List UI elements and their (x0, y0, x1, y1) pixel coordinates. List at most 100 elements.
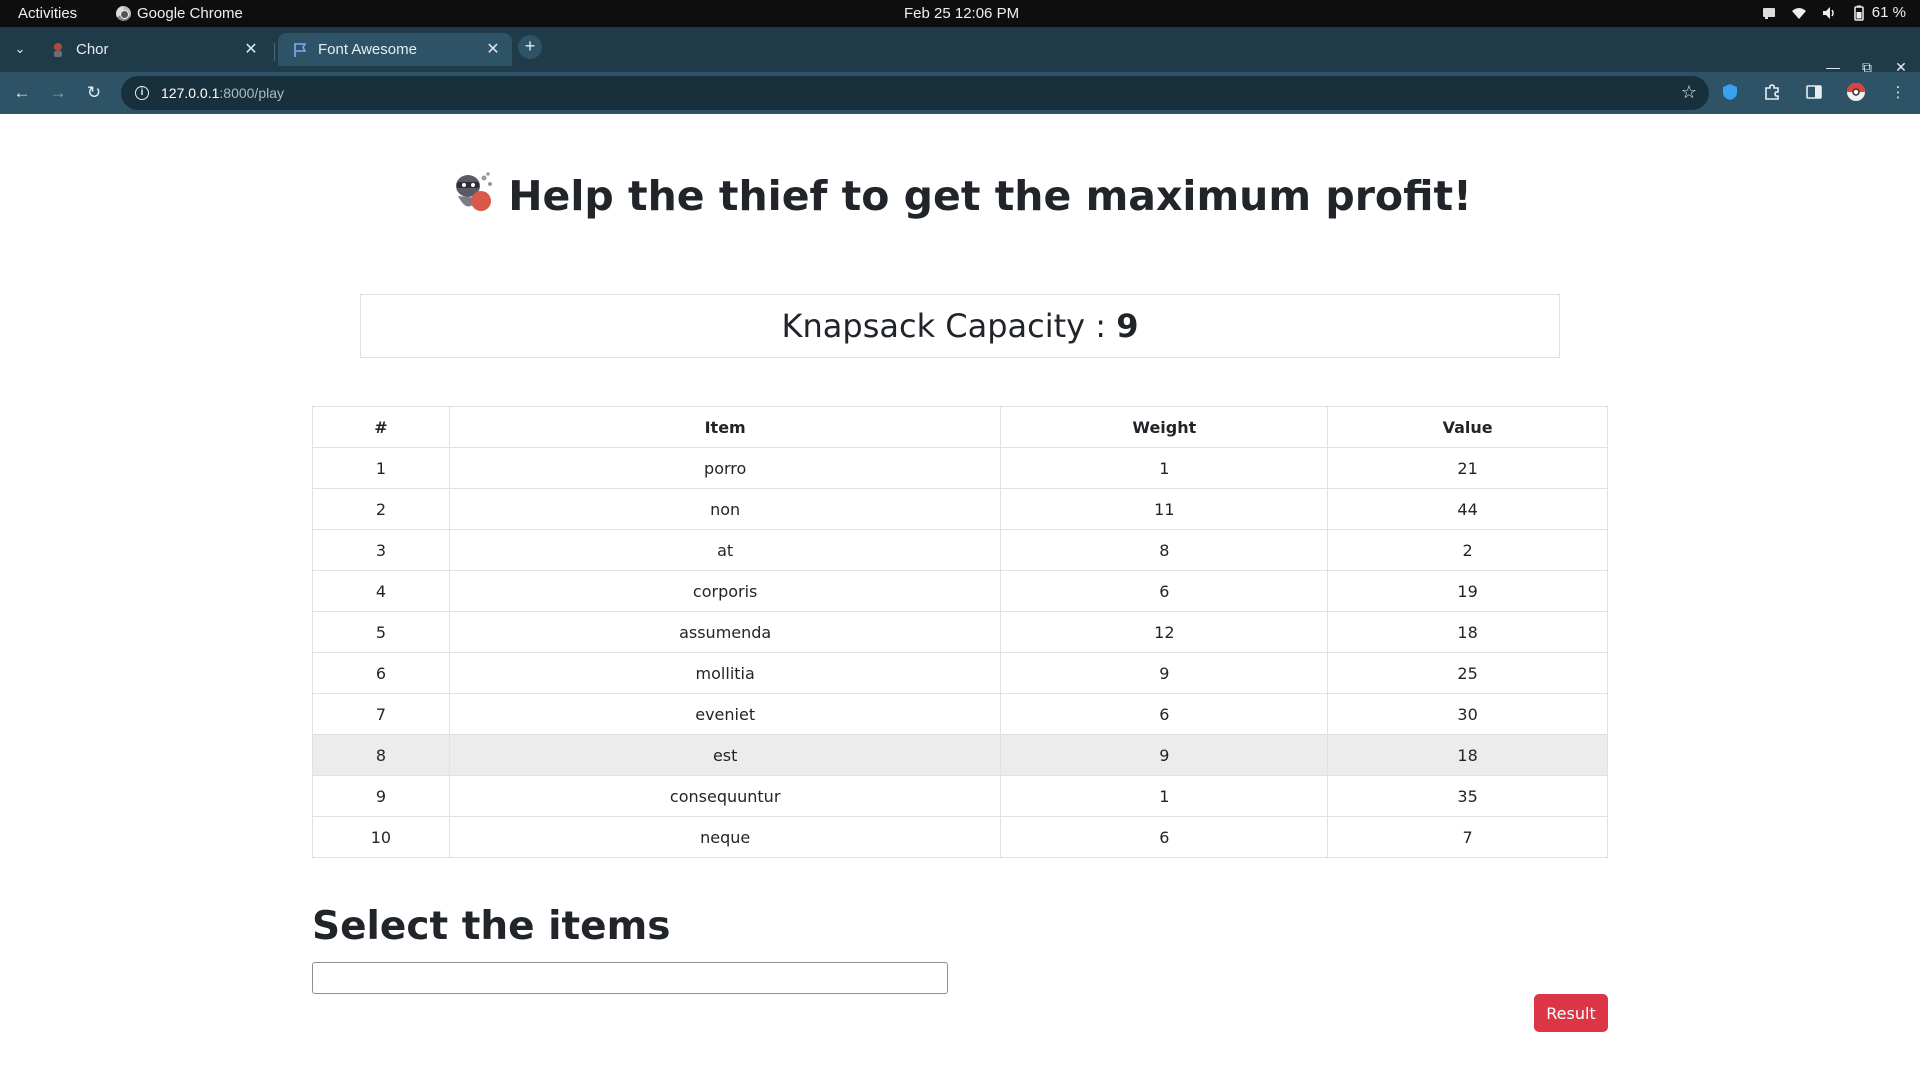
select-items-heading: Select the items (312, 904, 671, 949)
clock[interactable]: Feb 25 12:06 PM (904, 5, 1019, 22)
new-tab-button[interactable]: + (518, 35, 542, 59)
tab-chor[interactable]: Chor ✕ (36, 33, 270, 66)
cell-value: 2 (1327, 529, 1608, 571)
cell-index: 6 (312, 652, 450, 694)
cell-index: 3 (312, 529, 450, 571)
url-path: :8000/play (219, 85, 284, 101)
cell-weight: 6 (1000, 570, 1329, 612)
system-tray[interactable]: 61 % (1761, 4, 1906, 21)
tab-close-icon[interactable]: ✕ (484, 41, 502, 59)
cell-index: 9 (312, 775, 450, 817)
cell-item: assumenda (448, 611, 1002, 653)
cell-value: 21 (1327, 447, 1608, 489)
back-icon[interactable]: ← (9, 80, 35, 106)
table-header-row: # Item Weight Value (312, 406, 1608, 448)
site-info-icon[interactable]: i (135, 86, 149, 100)
header-item: Item (448, 406, 1002, 448)
thief-favicon-icon (50, 42, 66, 58)
table-row: 5 assumenda 12 18 (312, 611, 1608, 653)
cell-item: neque (448, 816, 1002, 858)
cell-value: 18 (1327, 734, 1608, 776)
flag-icon (292, 42, 308, 58)
bookmark-star-icon[interactable]: ☆ (1681, 82, 1697, 103)
tab-separator (274, 43, 275, 61)
app-name: Google Chrome (137, 5, 243, 22)
cell-weight: 11 (1000, 488, 1329, 530)
table-row: 7 eveniet 6 30 (312, 693, 1608, 735)
battery-icon (1851, 5, 1867, 21)
tab-title: Font Awesome (318, 41, 417, 58)
chrome-menu-icon[interactable]: ⋮ (1888, 82, 1908, 102)
tab-strip: ⌄ Chor ✕ Font Awesome ✕ — ⧉ ✕ (0, 27, 1920, 75)
select-items-input[interactable] (312, 962, 948, 994)
header-index: # (312, 406, 450, 448)
forward-icon[interactable]: → (45, 80, 71, 106)
tab-close-icon[interactable]: ✕ (242, 41, 260, 59)
page-title-text: Help the thief to get the maximum profit… (508, 172, 1472, 220)
app-menu[interactable]: Google Chrome (116, 5, 243, 22)
url-host: 127.0.0.1 (161, 85, 220, 101)
battery-indicator: 61 % (1851, 4, 1906, 21)
extensions-puzzle-icon[interactable] (1762, 82, 1782, 102)
capacity-label: Knapsack Capacity : (781, 307, 1117, 345)
table-row: 10 neque 6 7 (312, 816, 1608, 858)
notification-icon (1761, 5, 1777, 21)
volume-icon (1821, 5, 1837, 21)
cell-value: 44 (1327, 488, 1608, 530)
cell-index: 8 (312, 734, 450, 776)
browser-toolbar: ← → ↻ i 127.0.0.1:8000/play ☆ ⋮ (0, 72, 1920, 114)
tab-search-chevron-icon[interactable]: ⌄ (10, 39, 30, 59)
cell-weight: 6 (1000, 693, 1329, 735)
result-button[interactable]: Result (1534, 994, 1608, 1032)
cell-item: at (448, 529, 1002, 571)
address-bar[interactable]: i 127.0.0.1:8000/play ☆ (121, 76, 1709, 110)
profile-avatar-icon[interactable] (1846, 82, 1866, 102)
extension-shield-icon[interactable] (1720, 82, 1740, 102)
cell-weight: 6 (1000, 816, 1329, 858)
cell-value: 7 (1327, 816, 1608, 858)
cell-item: non (448, 488, 1002, 530)
cell-item: corporis (448, 570, 1002, 612)
cell-value: 25 (1327, 652, 1608, 694)
knapsack-capacity-box: Knapsack Capacity : 9 (360, 294, 1560, 358)
cell-index: 1 (312, 447, 450, 489)
cell-index: 4 (312, 570, 450, 612)
activities-button[interactable]: Activities (18, 5, 77, 22)
cell-weight: 8 (1000, 529, 1329, 571)
battery-percent: 61 % (1871, 4, 1906, 21)
tab-font-awesome[interactable]: Font Awesome ✕ (278, 33, 512, 66)
table-row: 6 mollitia 9 25 (312, 652, 1608, 694)
cell-value: 19 (1327, 570, 1608, 612)
cell-item: porro (448, 447, 1002, 489)
table-row: 3 at 8 2 (312, 529, 1608, 571)
cell-value: 35 (1327, 775, 1608, 817)
cell-weight: 12 (1000, 611, 1329, 653)
cell-value: 30 (1327, 693, 1608, 735)
chrome-icon (116, 6, 131, 21)
table-row: 1 porro 1 21 (312, 447, 1608, 489)
cell-weight: 1 (1000, 775, 1329, 817)
page-content: Help the thief to get the maximum profit… (0, 114, 1920, 1080)
cell-weight: 1 (1000, 447, 1329, 489)
header-value: Value (1327, 406, 1608, 448)
items-table: # Item Weight Value 1 porro 1 21 2 non 1… (312, 406, 1608, 858)
table-row: 2 non 11 44 (312, 488, 1608, 530)
toolbar-actions: ⋮ (1720, 82, 1908, 102)
reload-icon[interactable]: ↻ (81, 80, 107, 106)
page-title: Help the thief to get the maximum profit… (0, 168, 1920, 220)
cell-value: 18 (1327, 611, 1608, 653)
cell-index: 7 (312, 693, 450, 735)
table-row-highlighted: 8 est 9 18 (312, 734, 1608, 776)
side-panel-icon[interactable] (1804, 82, 1824, 102)
cell-index: 5 (312, 611, 450, 653)
cell-weight: 9 (1000, 652, 1329, 694)
cell-item: est (448, 734, 1002, 776)
system-top-bar: Activities Google Chrome Feb 25 12:06 PM… (0, 0, 1920, 27)
cell-item: consequuntur (448, 775, 1002, 817)
wifi-icon (1791, 5, 1807, 21)
thief-icon (448, 168, 498, 218)
header-weight: Weight (1000, 406, 1329, 448)
table-row: 9 consequuntur 1 35 (312, 775, 1608, 817)
capacity-value: 9 (1116, 307, 1139, 345)
cell-item: eveniet (448, 693, 1002, 735)
